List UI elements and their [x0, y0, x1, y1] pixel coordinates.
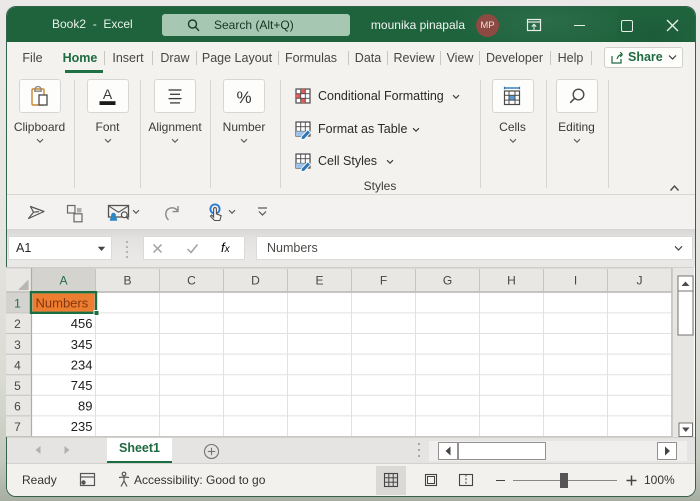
- svg-text:4: 4: [14, 358, 21, 372]
- svg-text:5: 5: [14, 379, 21, 393]
- svg-text:D: D: [251, 274, 260, 288]
- svg-text:3: 3: [14, 338, 21, 352]
- svg-text:E: E: [315, 274, 323, 288]
- svg-text:6: 6: [14, 400, 21, 414]
- svg-text:234: 234: [71, 357, 93, 372]
- svg-text:345: 345: [71, 337, 93, 352]
- svg-text:Numbers: Numbers: [36, 296, 89, 311]
- svg-text:C: C: [187, 274, 196, 288]
- svg-text:1: 1: [14, 297, 21, 311]
- svg-text:745: 745: [71, 378, 93, 393]
- svg-text:456: 456: [71, 316, 93, 331]
- svg-text:G: G: [443, 274, 452, 288]
- svg-text:89: 89: [78, 399, 92, 414]
- svg-text:2: 2: [14, 317, 21, 331]
- svg-text:%: %: [236, 88, 251, 107]
- svg-text:235: 235: [71, 419, 93, 434]
- svg-text:A: A: [103, 86, 113, 102]
- svg-text:H: H: [507, 274, 516, 288]
- svg-text:J: J: [637, 274, 643, 288]
- svg-text:F: F: [380, 274, 387, 288]
- svg-text:A: A: [59, 274, 67, 288]
- svg-text:7: 7: [14, 420, 21, 434]
- svg-text:B: B: [123, 274, 131, 288]
- svg-text:I: I: [574, 274, 577, 288]
